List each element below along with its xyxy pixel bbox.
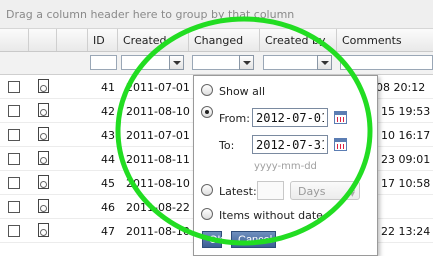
to-date-input[interactable] — [252, 135, 328, 154]
created-filter-input[interactable] — [121, 55, 171, 70]
row-checkbox[interactable] — [8, 177, 20, 189]
latest-label: Latest: — [219, 185, 257, 198]
cell-id: 46 — [101, 201, 115, 214]
cell-comment: 15 19:53 — [381, 105, 431, 118]
cell-created: 2011-08-22 — [126, 201, 190, 214]
cell-comment: 10 16:17 — [381, 129, 431, 142]
to-label: To: — [219, 139, 235, 152]
header-created-label: Created — [123, 34, 167, 47]
to-calendar-icon[interactable] — [334, 138, 347, 151]
comments-filter-input[interactable] — [340, 55, 433, 70]
header-created-by[interactable]: Created by — [260, 29, 337, 51]
filter-row — [0, 52, 433, 75]
row-checkbox[interactable] — [8, 105, 20, 117]
cell-id: 41 — [101, 81, 115, 94]
cell-id: 42 — [101, 105, 115, 118]
cell-comment: 17 10:58 — [381, 177, 431, 190]
row-checkbox[interactable] — [8, 129, 20, 141]
cell-id: 45 — [101, 177, 115, 190]
created-by-filter-dropdown[interactable] — [317, 55, 332, 70]
ok-button[interactable]: OK — [202, 231, 225, 248]
latest-radio[interactable] — [201, 184, 213, 196]
date-format-hint: yyyy-mm-dd — [254, 161, 317, 172]
row-checkbox[interactable] — [8, 201, 20, 213]
changed-filter-dropdown[interactable] — [239, 55, 254, 70]
header-created-by-label: Created by — [265, 34, 326, 47]
date-filter-popup: Show all From: To: yyyy-mm-dd Latest: Da… — [193, 75, 378, 256]
header-comments[interactable]: Comments — [337, 29, 433, 51]
cell-created: 2011-08-10 — [126, 177, 190, 190]
document-icon[interactable] — [38, 223, 49, 237]
group-by-hint: Drag a column header here to group by th… — [6, 8, 295, 21]
show-all-label: Show all — [219, 85, 266, 98]
cell-created: 2011-07-01 — [126, 81, 190, 94]
from-label: From: — [219, 112, 250, 125]
document-icon[interactable] — [38, 127, 49, 141]
cell-id: 47 — [101, 225, 115, 238]
group-by-panel[interactable]: Drag a column header here to group by th… — [0, 0, 433, 29]
header-blank-column[interactable] — [57, 29, 88, 51]
latest-count-input[interactable] — [257, 181, 284, 200]
cell-created: 2011-08-10 — [126, 105, 190, 118]
cell-comment: 23 09:01 — [381, 153, 431, 166]
document-icon[interactable] — [38, 175, 49, 189]
document-icon[interactable] — [38, 103, 49, 117]
cell-id: 43 — [101, 129, 115, 142]
latest-unit-select[interactable]: Days ▲ ▼ — [290, 181, 360, 200]
show-all-radio[interactable] — [201, 84, 213, 96]
header-select-column[interactable] — [0, 29, 29, 51]
cell-created: 2011-08-10 — [126, 225, 190, 238]
document-icon[interactable] — [38, 151, 49, 165]
latest-unit-value: Days — [298, 185, 326, 198]
without-date-radio[interactable] — [201, 208, 213, 220]
cell-comment: 08 20:12 — [376, 81, 426, 94]
header-id[interactable]: ID — [88, 29, 118, 51]
header-comments-label: Comments — [342, 34, 402, 47]
cell-created: 2011-07-01 — [126, 129, 190, 142]
document-icon[interactable] — [38, 199, 49, 213]
id-filter-input[interactable] — [90, 55, 117, 70]
from-calendar-icon[interactable] — [334, 111, 347, 124]
row-checkbox[interactable] — [8, 153, 20, 165]
cancel-button[interactable]: Cancel — [231, 231, 276, 248]
cell-comment: 22 13:24 — [381, 225, 431, 238]
cell-id: 44 — [101, 153, 115, 166]
date-range-radio[interactable] — [201, 106, 213, 118]
changed-filter-input[interactable] — [192, 55, 242, 70]
header-id-label: ID — [93, 34, 105, 47]
created-filter-dropdown[interactable] — [169, 55, 184, 70]
header-changed-label: Changed — [194, 34, 244, 47]
header-document-column[interactable] — [29, 29, 57, 51]
cell-created: 2011-08-11 — [126, 153, 190, 166]
row-checkbox[interactable] — [8, 81, 20, 93]
without-date-label: Items without date — [219, 209, 323, 222]
document-icon[interactable] — [38, 79, 49, 93]
header-created[interactable]: Created — [118, 29, 189, 51]
header-changed[interactable]: Changed — [189, 29, 260, 51]
column-header-row: ID Created Changed Created by Comments — [0, 29, 433, 52]
spinner-arrows-icon: ▲ ▼ — [349, 184, 355, 198]
row-checkbox[interactable] — [8, 225, 20, 237]
from-date-input[interactable] — [252, 108, 328, 127]
created-by-filter-input[interactable] — [263, 55, 318, 70]
